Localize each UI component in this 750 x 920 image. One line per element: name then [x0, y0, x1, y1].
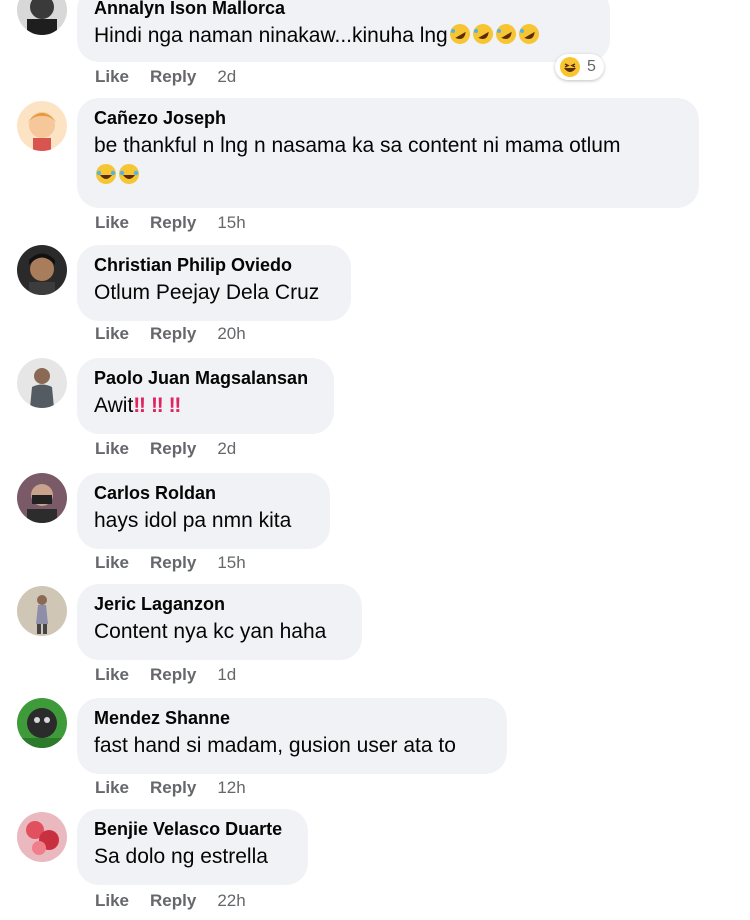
rofl-emoji	[495, 23, 517, 45]
reply-button[interactable]: Reply	[150, 553, 196, 572]
comment-text: Content nya kc yan haha	[94, 620, 327, 643]
comment-text: Hindi nga naman ninakaw...kinuha lng	[94, 21, 592, 51]
reply-button[interactable]: Reply	[150, 67, 196, 86]
reply-button[interactable]: Reply	[150, 778, 196, 797]
avatar[interactable]	[17, 245, 67, 295]
comment-author[interactable]: Jeric Laganzon	[94, 593, 344, 615]
comment-text: be thankful n lng n nasama ka sa content…	[94, 134, 621, 157]
avatar[interactable]	[17, 586, 67, 636]
rofl-emoji	[449, 23, 471, 45]
reply-button[interactable]: Reply	[150, 665, 196, 684]
comment-bubble: Annalyn Ison Mallorca Hindi nga naman ni…	[77, 0, 610, 62]
comment-timestamp[interactable]: 2d	[217, 439, 236, 458]
comment-author[interactable]: Annalyn Ison Mallorca	[94, 0, 592, 19]
comment-text: Otlum Peejay Dela Cruz	[94, 281, 320, 304]
like-button[interactable]: Like	[95, 213, 129, 232]
comment-bubble: Mendez Shanne fast hand si madam, gusion…	[77, 698, 507, 774]
comment-actions: Like Reply 15h	[95, 553, 267, 573]
comment-timestamp[interactable]: 1d	[217, 665, 236, 684]
reply-button[interactable]: Reply	[150, 324, 196, 343]
reply-button[interactable]: Reply	[150, 891, 196, 910]
comment-timestamp[interactable]: 2d	[217, 67, 236, 86]
comment-text-body: Hindi nga naman ninakaw...kinuha lng	[94, 24, 448, 47]
comment-actions: Like Reply 2d	[95, 439, 257, 459]
reply-button[interactable]: Reply	[150, 439, 196, 458]
comment-actions: Like Reply 22h	[95, 891, 267, 911]
comment-author[interactable]: Paolo Juan Magsalansan	[94, 367, 316, 389]
avatar[interactable]	[17, 101, 67, 151]
comment-bubble: Jeric Laganzon Content nya kc yan haha	[77, 584, 362, 660]
avatar[interactable]	[17, 812, 67, 862]
haha-reaction-icon	[559, 56, 581, 78]
comment-author[interactable]: Carlos Roldan	[94, 482, 312, 504]
avatar[interactable]	[17, 0, 67, 35]
avatar[interactable]	[17, 698, 67, 748]
like-button[interactable]: Like	[95, 67, 129, 86]
like-button[interactable]: Like	[95, 891, 129, 910]
comment-text: Awit‼ ‼ ‼	[94, 391, 316, 421]
comment-actions: Like Reply 20h	[95, 324, 267, 344]
comment-bubble: Christian Philip Oviedo Otlum Peejay Del…	[77, 245, 351, 321]
comment-author[interactable]: Cañezo Joseph	[94, 107, 681, 129]
like-button[interactable]: Like	[95, 553, 129, 572]
comment-timestamp[interactable]: 22h	[217, 891, 245, 910]
rofl-emoji	[472, 23, 494, 45]
comment-text: hays idol pa nmn kita	[94, 509, 292, 532]
comment-timestamp[interactable]: 15h	[217, 553, 245, 572]
emoji-line	[94, 161, 681, 191]
comment-text: fast hand si madam, gusion user ata to	[94, 734, 456, 757]
like-button[interactable]: Like	[95, 778, 129, 797]
joy-emoji	[95, 163, 117, 185]
double-exclamation-icon: ‼	[168, 394, 182, 417]
comment-bubble: Carlos Roldan hays idol pa nmn kita	[77, 473, 330, 549]
comment-actions: Like Reply 12h	[95, 778, 267, 798]
comment-actions: Like Reply 1d	[95, 665, 257, 685]
double-exclamation-icon: ‼	[150, 394, 164, 417]
comment-bubble: Benjie Velasco Duarte Sa dolo ng estrell…	[77, 809, 308, 885]
reaction-count-value: 5	[587, 58, 596, 75]
comment-timestamp[interactable]: 15h	[217, 213, 245, 232]
like-button[interactable]: Like	[95, 439, 129, 458]
comment-author[interactable]: Christian Philip Oviedo	[94, 254, 333, 276]
comment-author[interactable]: Benjie Velasco Duarte	[94, 818, 290, 840]
comment-text-body: Awit	[94, 394, 134, 417]
avatar[interactable]	[17, 473, 67, 523]
avatar[interactable]	[17, 358, 67, 408]
comment-actions: Like Reply 2d	[95, 67, 257, 87]
comment-timestamp[interactable]: 12h	[217, 778, 245, 797]
comment-timestamp[interactable]: 20h	[217, 324, 245, 343]
like-button[interactable]: Like	[95, 324, 129, 343]
comment-author[interactable]: Mendez Shanne	[94, 707, 489, 729]
comment-text: Sa dolo ng estrella	[94, 845, 268, 868]
comment-bubble: Cañezo Joseph be thankful n lng n nasama…	[77, 98, 699, 208]
comment-bubble: Paolo Juan Magsalansan Awit‼ ‼ ‼	[77, 358, 334, 434]
joy-emoji	[118, 163, 140, 185]
like-button[interactable]: Like	[95, 665, 129, 684]
rofl-emoji	[518, 23, 540, 45]
double-exclamation-icon: ‼	[133, 394, 146, 417]
reaction-count[interactable]: 5	[555, 54, 604, 80]
reply-button[interactable]: Reply	[150, 213, 196, 232]
comment-actions: Like Reply 15h	[95, 213, 267, 233]
